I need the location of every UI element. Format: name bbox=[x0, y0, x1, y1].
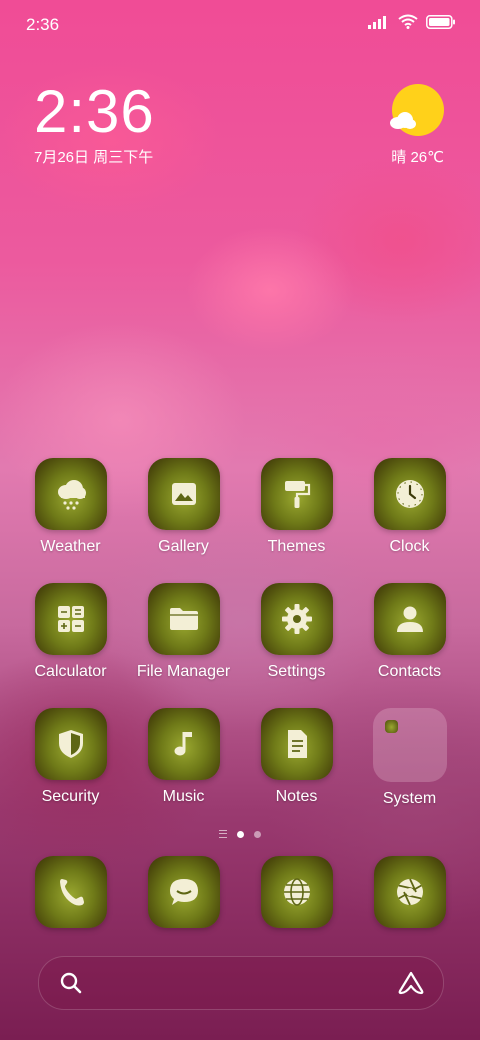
app-grid: Weather Gallery Themes Clock Calculator … bbox=[14, 458, 466, 833]
signal-icon bbox=[368, 15, 386, 29]
assistant-icon[interactable] bbox=[397, 970, 425, 996]
calculator-icon bbox=[34, 583, 107, 655]
weather-widget[interactable]: 晴 26℃ bbox=[390, 84, 444, 167]
app-settings[interactable]: Settings bbox=[240, 583, 353, 708]
clock-widget[interactable]: 2:36 7月26日 周三下午 bbox=[34, 80, 155, 167]
music-icon bbox=[147, 708, 220, 780]
app-label: Clock bbox=[389, 538, 430, 555]
search-icon[interactable] bbox=[59, 971, 83, 995]
weather-icon bbox=[34, 458, 107, 530]
shield-icon bbox=[34, 708, 107, 780]
app-label: Calculator bbox=[34, 663, 107, 680]
app-row: Weather Gallery Themes Clock bbox=[14, 458, 466, 583]
page-dot-active[interactable] bbox=[237, 830, 244, 838]
app-label: Music bbox=[162, 788, 205, 805]
gallery-icon bbox=[147, 458, 220, 530]
dock-phone[interactable] bbox=[14, 856, 127, 928]
app-label: File Manager bbox=[136, 663, 231, 680]
app-music[interactable]: Music bbox=[127, 708, 240, 833]
gear-icon bbox=[260, 583, 333, 655]
weather-text: 晴 26℃ bbox=[391, 149, 444, 166]
page-menu-indicator[interactable] bbox=[219, 830, 227, 838]
clock-icon bbox=[373, 458, 446, 530]
app-themes[interactable]: Themes bbox=[240, 458, 353, 583]
app-label: Security bbox=[41, 788, 100, 805]
app-row: Security Music Notes System bbox=[14, 708, 466, 833]
app-gallery[interactable]: Gallery bbox=[127, 458, 240, 583]
sun-cloud-icon bbox=[390, 84, 444, 136]
app-calculator[interactable]: Calculator bbox=[14, 583, 127, 708]
app-label: Settings bbox=[267, 663, 326, 680]
folder-mini-icon bbox=[384, 720, 398, 733]
folder-system[interactable]: System bbox=[353, 708, 466, 833]
camera-icon bbox=[373, 856, 446, 928]
notes-icon bbox=[260, 708, 333, 780]
app-row: Calculator File Manager Settings Contact… bbox=[14, 583, 466, 708]
app-label: System bbox=[382, 790, 437, 807]
app-label: Gallery bbox=[158, 538, 209, 555]
status-icons bbox=[368, 14, 456, 29]
app-weather[interactable]: Weather bbox=[14, 458, 127, 583]
app-notes[interactable]: Notes bbox=[240, 708, 353, 833]
app-clock[interactable]: Clock bbox=[353, 458, 466, 583]
page-dot[interactable] bbox=[254, 830, 261, 838]
phone-icon bbox=[34, 856, 107, 928]
app-label: Weather bbox=[40, 538, 101, 555]
widget-date: 7月26日 周三下午 bbox=[34, 149, 154, 166]
browser-icon bbox=[260, 856, 333, 928]
page-indicator[interactable] bbox=[0, 830, 480, 838]
app-contacts[interactable]: Contacts bbox=[353, 583, 466, 708]
dock-browser[interactable] bbox=[240, 856, 353, 928]
status-time: 2:36 bbox=[26, 15, 60, 34]
wifi-icon bbox=[398, 14, 418, 29]
themes-icon bbox=[260, 458, 333, 530]
person-icon bbox=[373, 583, 446, 655]
app-label: Contacts bbox=[377, 663, 442, 680]
app-label: Notes bbox=[275, 788, 318, 805]
battery-icon bbox=[426, 14, 455, 29]
search-bar[interactable] bbox=[38, 956, 444, 1010]
app-label: Themes bbox=[267, 538, 326, 555]
dock bbox=[14, 856, 466, 928]
dock-messages[interactable] bbox=[127, 856, 240, 928]
folder-group bbox=[372, 708, 447, 782]
status-bar: 2:36 bbox=[0, 0, 480, 50]
app-file-manager[interactable]: File Manager bbox=[127, 583, 240, 708]
app-security[interactable]: Security bbox=[14, 708, 127, 833]
dock-camera[interactable] bbox=[353, 856, 466, 928]
folder-icon bbox=[147, 583, 220, 655]
messages-icon bbox=[147, 856, 220, 928]
widget-time: 2:36 bbox=[34, 78, 155, 145]
